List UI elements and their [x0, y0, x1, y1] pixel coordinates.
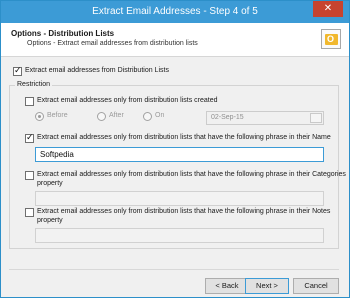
name-phrase-label[interactable]: Extract email addresses only from distri…: [37, 134, 331, 141]
header-subtitle: Options - Extract email addresses from d…: [27, 40, 198, 47]
name-phrase-input[interactable]: Softpedia: [35, 147, 324, 162]
back-button[interactable]: < Back: [205, 278, 249, 294]
radio-after-label: After: [109, 112, 124, 119]
cancel-button[interactable]: Cancel: [293, 278, 339, 294]
restriction-group: [9, 85, 339, 249]
notes-phrase-label[interactable]: Extract email addresses only from distri…: [37, 208, 330, 215]
restriction-legend: Restriction: [15, 81, 53, 88]
title-bar[interactable]: Extract Email Addresses - Step 4 of 5 ✕: [1, 1, 349, 23]
radio-on-label: On: [155, 112, 165, 119]
calendar-dropdown-icon[interactable]: [310, 113, 322, 123]
header-title: Options - Distribution Lists: [11, 29, 115, 38]
wizard-header: Options - Distribution Lists Options - E…: [1, 23, 349, 57]
created-label[interactable]: Extract email addresses only from distri…: [37, 97, 218, 104]
notes-phrase-input[interactable]: [35, 228, 324, 243]
window-title: Extract Email Addresses - Step 4 of 5: [92, 6, 258, 17]
extract-distribution-lists-label[interactable]: Extract email addresses from Distributio…: [25, 67, 169, 74]
notes-phrase-checkbox[interactable]: [25, 208, 34, 217]
notes-phrase-label-2[interactable]: property: [37, 217, 63, 224]
categories-phrase-label-2[interactable]: property: [37, 180, 63, 187]
extract-distribution-lists-checkbox[interactable]: [13, 65, 22, 76]
radio-on[interactable]: [143, 112, 152, 121]
next-button[interactable]: Next >: [245, 278, 289, 294]
radio-before-label: Before: [47, 112, 68, 119]
wizard-window: Extract Email Addresses - Step 4 of 5 ✕ …: [0, 0, 350, 298]
categories-phrase-label[interactable]: Extract email addresses only from distri…: [37, 171, 346, 178]
radio-after[interactable]: [97, 112, 106, 121]
footer-divider: [9, 269, 339, 270]
created-date-value: 02-Sep-15: [211, 114, 244, 121]
radio-before[interactable]: [35, 112, 44, 121]
created-date-picker[interactable]: 02-Sep-15: [206, 111, 324, 125]
created-checkbox[interactable]: [25, 97, 34, 106]
close-icon: ✕: [323, 3, 333, 14]
name-phrase-checkbox[interactable]: [25, 132, 34, 143]
outlook-icon: O: [321, 29, 341, 49]
close-button[interactable]: ✕: [313, 1, 343, 17]
categories-phrase-input[interactable]: [35, 191, 324, 206]
categories-phrase-checkbox[interactable]: [25, 171, 34, 180]
name-phrase-value: Softpedia: [40, 150, 74, 159]
